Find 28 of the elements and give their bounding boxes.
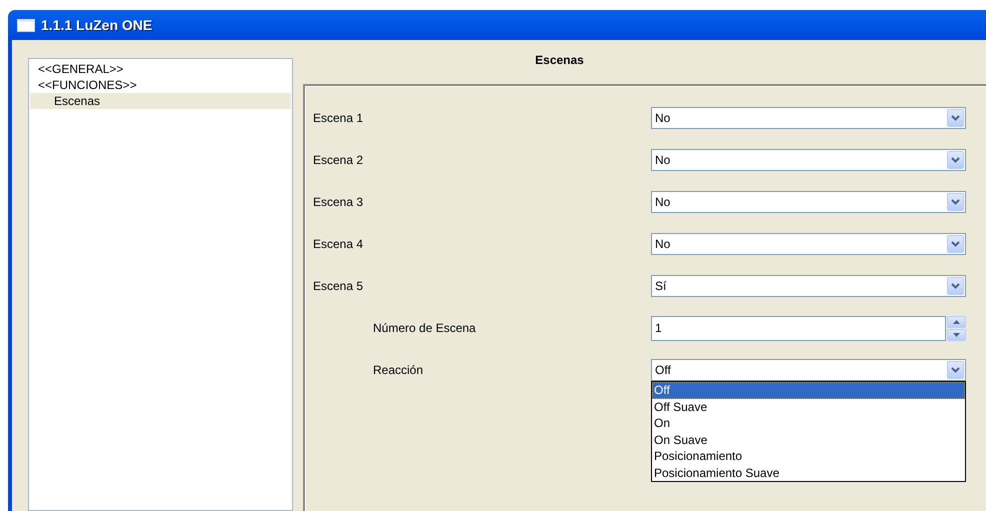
window-title: 1.1.1 LuZen ONE	[41, 17, 152, 33]
dropdown-option[interactable]: Posicionamiento Suave	[652, 464, 965, 481]
dropdown-option[interactable]: On	[652, 415, 965, 432]
dropdown-option[interactable]: Posicionamiento	[652, 448, 965, 464]
dropdown-field[interactable]: Off	[651, 359, 966, 381]
parameter-label: Escena 5	[313, 279, 364, 293]
section-title: Escenas	[535, 53, 584, 67]
dropdown-field[interactable]: No	[651, 107, 966, 129]
parameter-label: Escena 3	[313, 195, 364, 209]
dropdown-option[interactable]: On Suave	[652, 432, 965, 448]
spin-up-icon[interactable]	[947, 316, 966, 328]
parameter-label: Reacción	[373, 363, 424, 377]
dropdown-field[interactable]: No	[651, 149, 966, 171]
spin-down-icon[interactable]	[947, 328, 966, 340]
parameter-label: Escena 2	[313, 153, 364, 167]
tree-item[interactable]: <<GENERAL>>	[30, 61, 291, 77]
parameter-label: Escena 1	[313, 111, 364, 125]
number-field[interactable]: 1	[651, 316, 946, 340]
dropdown-option[interactable]: Off Suave	[652, 398, 965, 415]
dropdown-field[interactable]: No	[651, 233, 966, 255]
dropdown-option[interactable]: Off	[652, 382, 965, 398]
dropdown-field[interactable]: No	[651, 191, 966, 213]
window-icon	[17, 18, 35, 32]
tree-item[interactable]: <<FUNCIONES>>	[30, 77, 291, 93]
parameter-label: Escena 4	[313, 237, 364, 251]
dropdown-field[interactable]: Sí	[651, 275, 966, 297]
parameter-label: Número de Escena	[373, 321, 476, 335]
tree-item[interactable]: Escenas	[30, 93, 291, 109]
